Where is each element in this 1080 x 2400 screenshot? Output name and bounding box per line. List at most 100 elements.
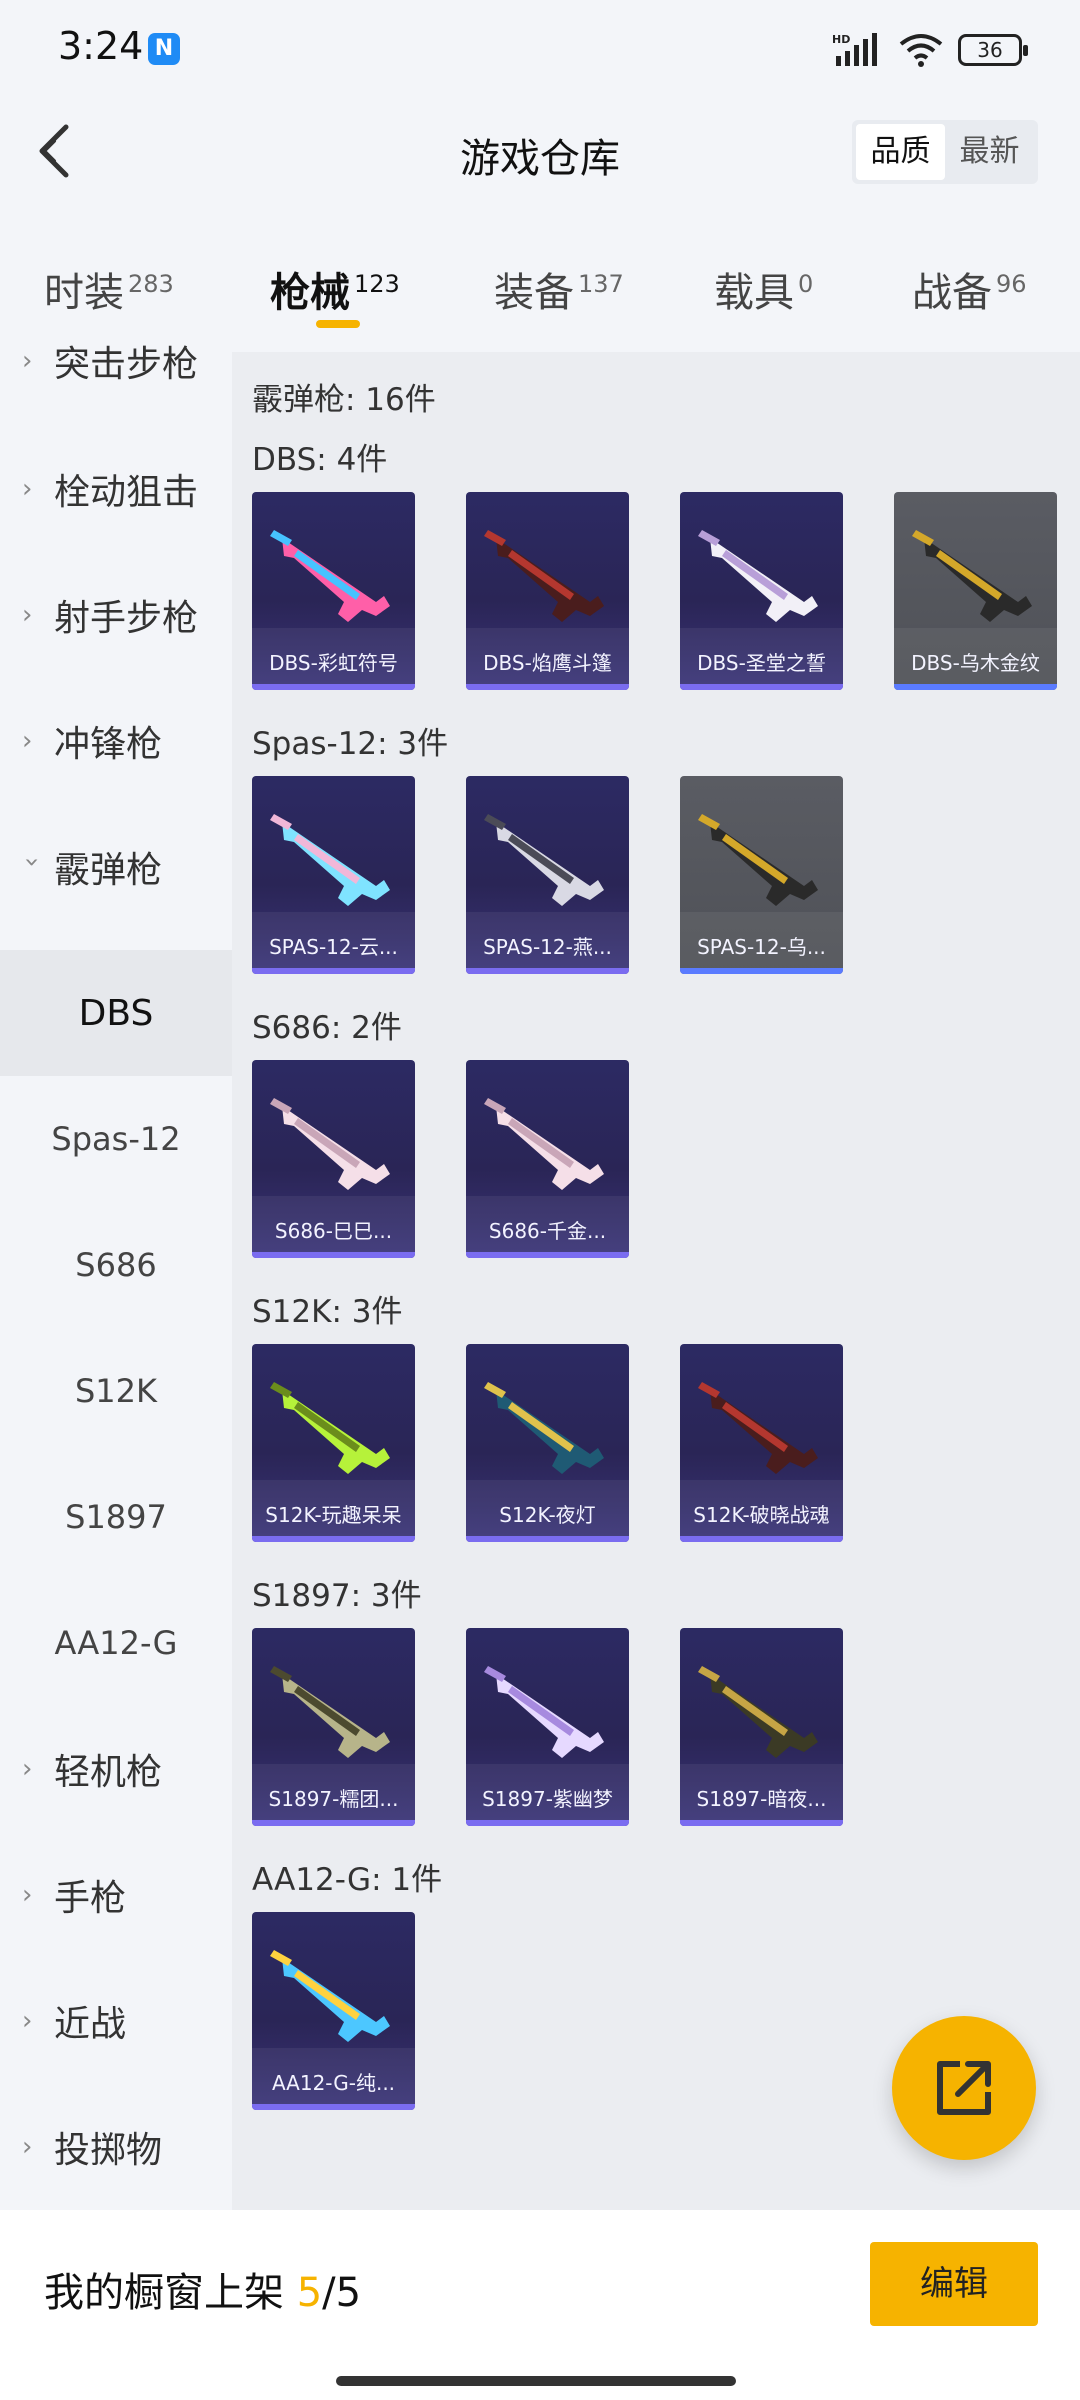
sidebar-item-label: 投掷物 (54, 2130, 163, 2171)
weapon-skin-name: S12K-夜灯 (499, 1503, 596, 1527)
weapon-skin-card[interactable]: SPAS-12-云... (252, 776, 415, 974)
shotgun-icon (912, 530, 1032, 622)
weapon-skin-card[interactable]: AA12-G-纯... (252, 1912, 415, 2110)
sidebar-item-lmg[interactable]: › 轻机枪 (0, 1706, 232, 1832)
group-title: DBS: 4件 (252, 442, 388, 478)
shotgun-icon (698, 1666, 818, 1758)
weapon-skin-name: S1897-暗夜... (696, 1787, 827, 1811)
showcase-total: /5 (322, 2270, 362, 2316)
weapon-skin-card[interactable]: S1897-紫幽梦 (466, 1628, 629, 1826)
tab-equipment[interactable]: 装备 137 (494, 260, 624, 318)
sidebar-item-label: 突击步枪 (54, 344, 199, 385)
weapon-skin-card[interactable]: S12K-玩趣呆呆 (252, 1344, 415, 1542)
battery-icon: 36 (958, 34, 1028, 66)
tab-label: 战备 (912, 270, 992, 316)
sidebar-item-label: 轻机枪 (54, 1752, 163, 1793)
group-title: AA12-G: 1件 (252, 1862, 443, 1898)
sidebar-item-pistol[interactable]: › 手枪 (0, 1832, 232, 1958)
weapon-skin-card[interactable]: DBS-乌木金纹 (894, 492, 1057, 690)
sidebar-item-smg[interactable]: › 冲锋枪 (0, 678, 232, 804)
sidebar-subitem-s686[interactable]: S686 (0, 1202, 232, 1328)
weapon-skin-name: SPAS-12-云... (269, 935, 398, 959)
rarity-bar (680, 1536, 843, 1542)
group-title: S12K: 3件 (252, 1294, 403, 1330)
weapon-skin-card[interactable]: DBS-焰鹰斗篷 (466, 492, 629, 690)
weapon-type-sidebar: › 突击步枪 › 栓动狙击 › 射手步枪 › 冲锋枪 › 霰弹枪 DBS Spa… (0, 344, 232, 2210)
section-title: 霰弹枪: 16件 (252, 382, 436, 418)
sidebar-subitem-dbs[interactable]: DBS (0, 950, 232, 1076)
tab-count: 0 (798, 270, 814, 298)
signal-icon: HD (832, 33, 877, 66)
sidebar-item-melee[interactable]: › 近战 (0, 1958, 232, 2084)
tab-vehicles[interactable]: 载具 0 (714, 260, 813, 318)
showcase-count: 5 (296, 2270, 323, 2316)
rarity-bar (252, 1252, 415, 1258)
tab-count: 137 (578, 270, 624, 298)
rarity-bar (252, 1536, 415, 1542)
share-icon (937, 2061, 991, 2115)
group-title: S686: 2件 (252, 1010, 402, 1046)
weapon-skin-name: S12K-玩趣呆呆 (265, 1503, 402, 1527)
tab-supplies[interactable]: 战备 96 (912, 260, 1027, 318)
shotgun-icon (270, 814, 390, 906)
shotgun-icon (484, 1098, 604, 1190)
weapon-skin-name: S1897-糯团... (268, 1787, 399, 1811)
sidebar-subitem-aa12g[interactable]: AA12-G (0, 1580, 232, 1706)
sidebar-subitem-s1897[interactable]: S1897 (0, 1454, 232, 1580)
sidebar-subitem-spas12[interactable]: Spas-12 (0, 1076, 232, 1202)
status-icons: HD 36 (832, 30, 1028, 70)
weapon-skin-card[interactable]: S1897-糯团... (252, 1628, 415, 1826)
sidebar-item-label: 霰弹枪 (54, 850, 163, 891)
sidebar-item-marksman-rifle[interactable]: › 射手步枪 (0, 552, 232, 678)
weapon-skin-card[interactable]: SPAS-12-乌... (680, 776, 843, 974)
rarity-bar (252, 684, 415, 690)
tab-count: 123 (354, 270, 400, 298)
sort-quality-button[interactable]: 品质 (856, 124, 945, 180)
active-tab-indicator (316, 320, 360, 328)
tab-count: 96 (996, 270, 1027, 298)
sidebar-item-bolt-sniper[interactable]: › 栓动狙击 (0, 426, 232, 552)
sidebar-item-label: 冲锋枪 (54, 724, 163, 765)
network-label: HD (832, 33, 850, 46)
sort-latest-button[interactable]: 最新 (945, 124, 1034, 180)
chevron-right-icon: › (22, 1880, 33, 1910)
sidebar-subitem-s12k[interactable]: S12K (0, 1328, 232, 1454)
shotgun-icon (698, 1382, 818, 1474)
chevron-down-icon: › (17, 857, 47, 868)
share-button[interactable] (892, 2016, 1036, 2160)
shotgun-icon (270, 1098, 390, 1190)
edit-button[interactable]: 编辑 (870, 2242, 1038, 2326)
sidebar-item-assault-rifle[interactable]: › 突击步枪 (0, 298, 232, 424)
chevron-right-icon: › (22, 2132, 33, 2162)
weapon-skin-card[interactable]: DBS-彩虹符号 (252, 492, 415, 690)
tab-label: 枪械 (270, 270, 350, 316)
weapon-skin-card[interactable]: S12K-夜灯 (466, 1344, 629, 1542)
weapon-skin-name: DBS-彩虹符号 (269, 651, 398, 675)
weapon-skin-name: S12K-破晓战魂 (693, 1503, 830, 1527)
rarity-bar (466, 968, 629, 974)
weapon-skin-name: DBS-圣堂之誓 (697, 651, 826, 675)
shotgun-icon (484, 1382, 604, 1474)
rarity-bar (252, 1820, 415, 1826)
weapon-skin-name: S1897-紫幽梦 (482, 1787, 613, 1811)
tab-label: 载具 (714, 270, 794, 316)
tab-firearms[interactable]: 枪械 123 (270, 260, 400, 318)
weapon-skin-card[interactable]: S1897-暗夜... (680, 1628, 843, 1826)
wifi-icon (899, 34, 943, 67)
group-title: Spas-12: 3件 (252, 726, 449, 762)
weapon-skin-card[interactable]: SPAS-12-燕... (466, 776, 629, 974)
weapon-skin-card[interactable]: S686-千金... (466, 1060, 629, 1258)
rarity-bar (680, 968, 843, 974)
weapon-skin-name: SPAS-12-燕... (483, 935, 612, 959)
weapon-skin-card[interactable]: S12K-破晓战魂 (680, 1344, 843, 1542)
weapon-skin-card[interactable]: S686-巳巳... (252, 1060, 415, 1258)
chevron-right-icon: › (22, 2006, 33, 2036)
status-bar: 3:24 N HD 36 (0, 0, 1080, 100)
sidebar-item-label: 射手步枪 (54, 598, 199, 639)
sidebar-item-shotgun[interactable]: › 霰弹枪 (0, 804, 232, 930)
weapon-skin-card[interactable]: DBS-圣堂之誓 (680, 492, 843, 690)
rarity-bar (680, 684, 843, 690)
sidebar-item-throwable[interactable]: › 投掷物 (0, 2084, 232, 2210)
sidebar-item-label: 手枪 (54, 1878, 127, 1919)
home-indicator (336, 2376, 736, 2386)
